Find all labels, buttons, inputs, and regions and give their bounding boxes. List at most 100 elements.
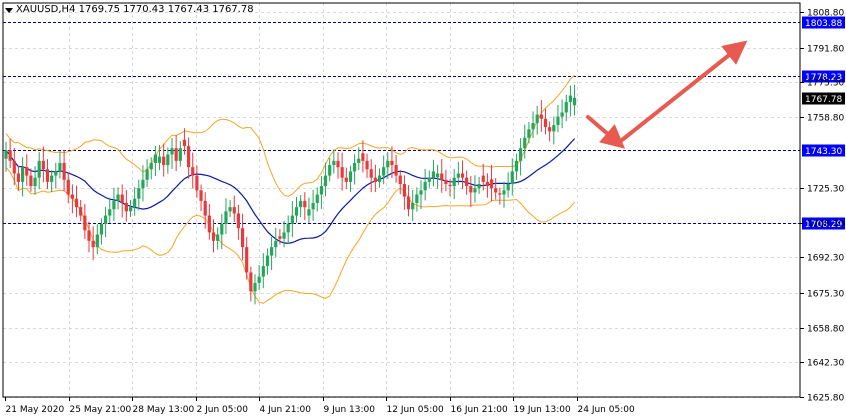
candle-body xyxy=(436,173,440,178)
candle-body xyxy=(174,148,178,161)
moving-average-line xyxy=(5,138,576,245)
candle-body xyxy=(353,162,357,172)
price-level-label: 1803.88 xyxy=(805,19,842,29)
candle-body xyxy=(108,209,112,216)
candle-body xyxy=(494,188,498,193)
x-tick-label: 25 May 21:00 xyxy=(70,405,132,415)
candle-body xyxy=(485,181,489,187)
candle-body xyxy=(382,167,386,176)
candle-body xyxy=(336,160,340,168)
y-tick-label: 1642.30 xyxy=(807,359,844,369)
candle-body xyxy=(4,150,8,159)
candle-body xyxy=(369,169,373,178)
candle-body xyxy=(456,173,460,178)
candle-body xyxy=(245,247,249,273)
candle-body xyxy=(489,179,494,189)
candle-body xyxy=(240,228,245,248)
candle-body xyxy=(236,213,240,229)
candle-body xyxy=(535,114,539,123)
x-tick-label: 16 Jun 21:00 xyxy=(451,405,508,415)
candle-body xyxy=(307,209,311,216)
candle-body xyxy=(112,200,116,210)
candle-body xyxy=(37,160,41,178)
y-tick-label: 1658.80 xyxy=(807,325,844,335)
candle-body xyxy=(274,240,278,248)
candle-body xyxy=(228,207,232,212)
candle-body xyxy=(8,150,12,161)
candle-body xyxy=(332,160,336,166)
candle-body xyxy=(394,165,398,176)
candle-body xyxy=(444,179,448,185)
candle-body xyxy=(133,198,137,208)
candle-body xyxy=(502,190,506,195)
candle-body xyxy=(278,236,282,239)
forecast-arrows[interactable] xyxy=(586,40,748,149)
y-tick-label: 1758.80 xyxy=(807,114,844,124)
x-tick-label: 4 Jun 21:00 xyxy=(260,405,312,415)
candle-body xyxy=(257,276,261,283)
candle-body xyxy=(203,200,207,216)
candle-body xyxy=(402,184,406,197)
y-tick-label: 1791.80 xyxy=(807,45,844,55)
candle-body xyxy=(270,247,274,256)
candle-body xyxy=(548,127,552,132)
candle-body xyxy=(452,177,456,187)
candle-body xyxy=(514,160,519,172)
candle-body xyxy=(25,167,29,176)
candle-body xyxy=(340,167,344,178)
candle-body xyxy=(361,153,365,161)
candle-body xyxy=(440,173,444,180)
candle-body xyxy=(406,196,411,210)
candle-body xyxy=(323,175,328,187)
bollinger-upper-band xyxy=(5,74,575,197)
candle-body xyxy=(191,167,195,176)
x-tick-label: 28 May 13:00 xyxy=(133,405,195,415)
candle-body xyxy=(83,215,87,231)
candle-body xyxy=(87,230,91,241)
candle-body xyxy=(411,202,415,210)
candle-body xyxy=(390,160,394,166)
candle-body xyxy=(249,272,253,292)
forecast-arrow-up[interactable] xyxy=(620,40,748,142)
candle-body xyxy=(216,234,220,241)
candle-body xyxy=(386,160,390,168)
candle-body xyxy=(473,188,477,193)
y-tick-label: 1775.30 xyxy=(807,79,844,89)
candle-body xyxy=(62,162,66,180)
candle-body xyxy=(552,125,556,132)
x-tick-label: 21 May 2020 xyxy=(6,405,65,415)
candle-body xyxy=(357,158,361,163)
y-tick-label: 1675.30 xyxy=(807,290,844,300)
candle-body xyxy=(224,211,228,224)
candle-body xyxy=(153,154,157,163)
candle-body xyxy=(166,154,170,166)
candle-body xyxy=(448,184,452,187)
price-chart[interactable]: 1803.881778.231743.301708.29 1808.801791… xyxy=(0,0,846,419)
x-tick-label: 19 Jun 13:00 xyxy=(514,405,571,415)
candle-body xyxy=(50,175,54,182)
candle-body xyxy=(498,193,502,195)
candle-body xyxy=(149,162,153,170)
x-tick-label: 2 Jun 05:00 xyxy=(197,405,249,415)
candle-body xyxy=(91,240,95,248)
forecast-arrow-down[interactable] xyxy=(586,115,626,149)
candle-body xyxy=(531,122,535,130)
candle-body xyxy=(74,198,79,208)
price-level-label: 1743.30 xyxy=(805,147,842,157)
candle-body xyxy=(182,139,187,147)
y-tick-label: 1725.30 xyxy=(807,185,844,195)
candle-body xyxy=(377,175,382,182)
candle-body xyxy=(572,97,577,106)
candle-body xyxy=(519,148,523,161)
candle-body xyxy=(211,232,216,241)
candle-body xyxy=(373,177,377,182)
candle-body xyxy=(560,112,564,117)
candle-body xyxy=(286,223,290,233)
candle-body xyxy=(178,148,182,161)
candle-body xyxy=(319,186,323,195)
symbol-menu-triangle-icon[interactable] xyxy=(5,8,13,13)
candle-body xyxy=(199,190,203,201)
candle-body xyxy=(328,165,332,176)
candle-body xyxy=(128,207,133,212)
candle-body xyxy=(465,177,469,187)
